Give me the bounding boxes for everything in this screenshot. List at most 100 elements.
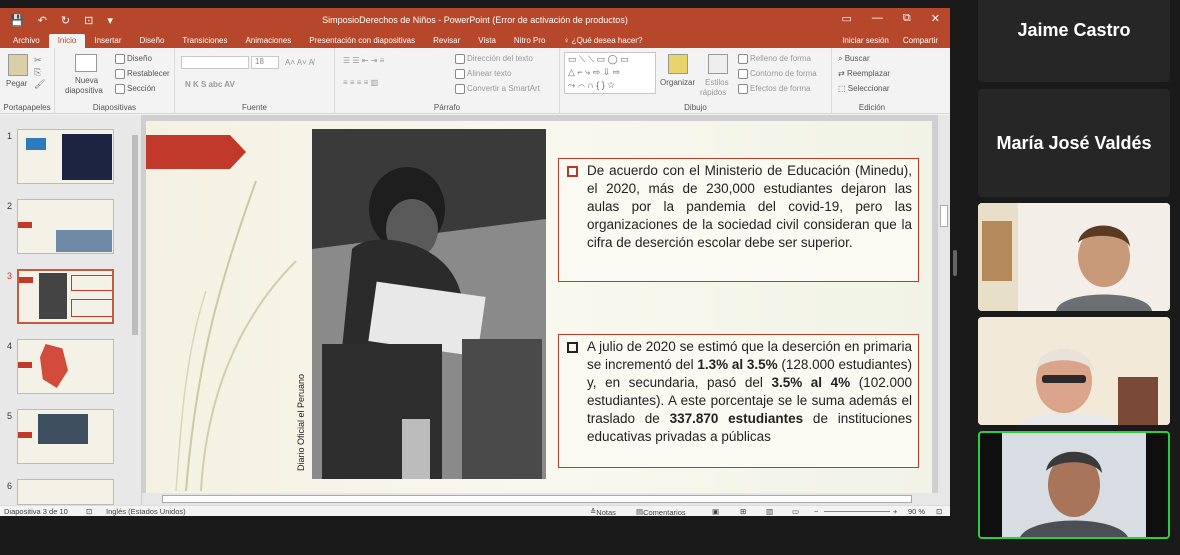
photo-credit: Diario Oficial el Peruano	[296, 373, 306, 471]
restore-icon[interactable]: ⧉	[903, 12, 911, 25]
editor-horizontal-scrollbar[interactable]	[142, 493, 938, 505]
participant-video-2[interactable]	[978, 317, 1170, 425]
slide-thumbnail-3[interactable]	[17, 269, 114, 324]
text-box-1-content: De acuerdo con el Ministerio de Educació…	[587, 163, 912, 250]
normal-view-icon[interactable]: ▣	[712, 507, 719, 516]
replace-button[interactable]: ⇄ Reemplazar	[838, 69, 890, 78]
tab-revisar[interactable]: Revisar	[424, 36, 469, 48]
reading-view-icon[interactable]: ▥	[766, 507, 773, 516]
slide-thumbnail-5[interactable]	[17, 409, 114, 464]
paste-button[interactable]: Pegar	[6, 79, 27, 88]
align-buttons[interactable]: ≡ ≡ ≡ ≡ ▥	[343, 78, 378, 87]
slide-thumbnail-1[interactable]	[17, 129, 114, 184]
thumbnails-scrollbar[interactable]	[130, 115, 140, 505]
reset-icon	[115, 69, 125, 79]
quick-styles-icon[interactable]	[708, 54, 728, 74]
tab-animaciones[interactable]: Animaciones	[236, 36, 300, 48]
checkbox-bullet-icon	[567, 166, 578, 177]
customize-qat-icon[interactable]: ▾	[107, 14, 113, 27]
tab-inicio[interactable]: Inicio	[48, 34, 86, 48]
new-slide-label-1[interactable]: Nueva	[75, 76, 98, 85]
new-slide-label-2[interactable]: diapositiva	[65, 86, 103, 95]
participant-video-1[interactable]	[978, 203, 1170, 311]
align-text-button[interactable]: Alinear texto	[455, 69, 511, 79]
participant-video-3-speaking[interactable]	[978, 431, 1170, 539]
tab-transiciones[interactable]: Transiciones	[173, 36, 236, 48]
tab-vista[interactable]: Vista	[469, 36, 505, 48]
zoom-in-icon[interactable]: +	[893, 507, 897, 516]
text-direction-button[interactable]: Dirección del texto	[455, 54, 533, 64]
list-buttons[interactable]: ☰ ☰ ⇤ ⇥ ≡	[343, 56, 384, 65]
ribbon: Pegar ✂ ⎘ 🖌 Portapapeles Nueva diapositiva…	[0, 48, 950, 114]
text-box-2-bold: 1.3% al 3.5%	[697, 357, 778, 372]
slide-thumbnail-6[interactable]	[17, 479, 114, 505]
participant-tile-1[interactable]: Jaime Castro	[978, 0, 1170, 82]
text-box-2[interactable]: A julio de 2020 se estimó que la deserci…	[558, 334, 919, 468]
paste-icon[interactable]	[8, 54, 28, 76]
layout-button[interactable]: Diseño	[115, 54, 152, 64]
save-icon[interactable]: 💾	[10, 14, 24, 27]
font-grow-icons[interactable]: A˄ A˅ A̸	[285, 58, 314, 67]
search-icon: ⌕	[838, 54, 845, 63]
window-title: SimposioDerechos de Niños - PowerPoint (…	[322, 15, 628, 25]
sign-in-link[interactable]: Iniciar sesión	[842, 36, 889, 45]
participant-tile-2[interactable]: María José Valdés	[978, 89, 1170, 197]
arrange-button[interactable]: Organizar	[660, 78, 695, 87]
section-button[interactable]: Sección	[115, 84, 155, 94]
scroll-thumb[interactable]	[132, 135, 138, 335]
minimize-icon[interactable]: —	[872, 12, 883, 25]
tab-archivo[interactable]: Archivo	[4, 36, 49, 48]
shapes-gallery[interactable]: ▭ ⟍ ⟍ ▭ ◯ ▭ △ ⌐ ⤷ ⇨ ⇩ ⇨ ⤳ ⌒ ∩ { } ☆	[564, 52, 656, 94]
tell-me-search[interactable]: ♀ ¿Qué desea hacer?	[554, 36, 651, 48]
slideshow-icon[interactable]: ▭	[792, 507, 799, 516]
tab-nitro[interactable]: Nitro Pro	[505, 36, 555, 48]
shape-outline-button[interactable]: Contorno de forma	[738, 69, 817, 79]
arrange-icon[interactable]	[668, 54, 688, 74]
ribbon-tabs: Archivo Inicio Insertar Diseño Transicio…	[0, 32, 950, 48]
panel-splitter-handle[interactable]	[953, 250, 957, 276]
scroll-thumb[interactable]	[162, 495, 912, 503]
child-studying-photo	[312, 129, 546, 479]
shape-effects-button[interactable]: Efectos de forma	[738, 84, 810, 94]
ribbon-display-icon[interactable]: ▭	[842, 12, 852, 25]
present-icon[interactable]: ⊡	[84, 14, 93, 27]
tab-presentacion[interactable]: Presentación con diapositivas	[300, 36, 424, 48]
cut-copy-format-icons[interactable]: ✂ ⎘ 🖌	[34, 54, 45, 90]
zoom-slider[interactable]	[824, 511, 890, 512]
editor-vertical-scrollbar[interactable]	[938, 115, 950, 505]
zoom-out-icon[interactable]: −	[814, 507, 818, 516]
find-button[interactable]: ⌕ Buscar	[838, 54, 870, 64]
share-button[interactable]: Compartir	[903, 36, 938, 45]
select-button[interactable]: ⬚ Seleccionar	[838, 84, 890, 93]
close-icon[interactable]: ✕	[931, 12, 940, 25]
layout-icon	[115, 54, 125, 64]
text-box-1[interactable]: De acuerdo con el Ministerio de Educació…	[558, 158, 919, 282]
text-box-2-bold: 3.5% al 4%	[771, 375, 851, 390]
slide-thumbnail-2[interactable]	[17, 199, 114, 254]
comments-button[interactable]: ▤ Comentarios	[636, 507, 686, 516]
slide-thumbnail-4[interactable]	[17, 339, 114, 394]
undo-icon[interactable]: ↶	[38, 14, 47, 27]
spellcheck-icon[interactable]: ⊡	[86, 507, 92, 516]
slide-canvas[interactable]: Diario Oficial el Peruano De acuerdo con…	[146, 121, 932, 493]
fit-slide-icon[interactable]: ⊡	[936, 507, 942, 516]
reset-button[interactable]: Restablecer	[115, 69, 170, 79]
quick-styles-label-1[interactable]: Estilos	[705, 78, 729, 87]
language-indicator[interactable]: Inglés (Estados Unidos)	[106, 507, 186, 516]
font-style-buttons[interactable]: N K S abc AV	[185, 80, 235, 89]
redo-icon[interactable]: ↻	[61, 14, 70, 27]
clipboard-group: Pegar ✂ ⎘ 🖌 Portapapeles	[0, 48, 55, 114]
smartart-button[interactable]: Convertir a SmartArt	[455, 84, 540, 94]
new-slide-icon[interactable]	[75, 54, 97, 72]
shape-fill-button[interactable]: Relleno de forma	[738, 54, 811, 64]
tab-insertar[interactable]: Insertar	[85, 36, 130, 48]
scroll-thumb[interactable]	[940, 205, 948, 227]
thumb-photo	[39, 273, 67, 319]
tab-diseno[interactable]: Diseño	[131, 36, 174, 48]
notes-button[interactable]: ≙ Notas	[590, 507, 616, 516]
font-name-box[interactable]	[181, 56, 249, 69]
slide-sorter-icon[interactable]: ⊞	[740, 507, 746, 516]
font-size-box[interactable]: 18	[251, 56, 279, 69]
zoom-level[interactable]: 90 %	[908, 507, 925, 516]
quick-styles-label-2[interactable]: rápidos	[700, 88, 726, 97]
